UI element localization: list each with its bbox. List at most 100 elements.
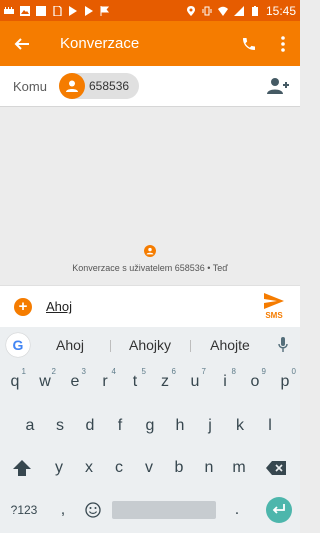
send-icon [264, 293, 284, 309]
more-options-button[interactable] [266, 21, 300, 66]
send-button[interactable]: SMS [254, 286, 294, 328]
compose-bar: + Ahoj SMS [0, 285, 300, 327]
period-key[interactable]: . [220, 495, 254, 525]
key-r[interactable]: r4 [90, 367, 120, 397]
space-key[interactable] [112, 501, 216, 519]
key-label: k [236, 417, 244, 434]
key-u[interactable]: u7 [180, 367, 210, 397]
call-button[interactable] [232, 21, 266, 66]
key-g[interactable]: g [135, 411, 165, 441]
shift-key[interactable] [0, 453, 44, 483]
key-x[interactable]: x [74, 453, 104, 483]
key-label: f [117, 417, 123, 434]
key-label: t [132, 373, 138, 390]
key-m[interactable]: m [224, 453, 254, 483]
add-recipient-button[interactable] [266, 75, 290, 97]
key-hint: 1 [21, 367, 26, 376]
key-row-1: q1w2e3r4t5z6u7i8o9p0 [0, 367, 300, 397]
key-hint: 9 [261, 367, 266, 376]
key-j[interactable]: j [195, 411, 225, 441]
battery-icon [251, 5, 258, 16]
emoji-icon [85, 502, 101, 518]
recipient-chip[interactable]: 658536 [59, 73, 140, 99]
keyboard: G Ahoj Ahojky Ahojte q1w2e3r4t5z6u7i8o9p… [0, 327, 300, 533]
key-q[interactable]: q1 [0, 367, 30, 397]
suggestion-bar: G Ahoj Ahojky Ahojte [0, 327, 300, 363]
key-i[interactable]: i8 [210, 367, 240, 397]
suggestion[interactable]: Ahojky [110, 337, 190, 353]
avatar [59, 73, 85, 99]
enter-icon [272, 504, 285, 514]
key-label: l [268, 417, 272, 434]
key-o[interactable]: o9 [240, 367, 270, 397]
key-label: y [55, 459, 63, 476]
key-hint: 3 [81, 367, 86, 376]
key-label: j [208, 417, 212, 434]
status-bar: 15:45 [0, 0, 300, 21]
key-c[interactable]: c [104, 453, 134, 483]
shift-icon [13, 460, 31, 476]
storage-icon [4, 6, 14, 14]
send-type-label: SMS [265, 311, 283, 320]
play-store-icon [85, 5, 93, 16]
key-label: b [174, 459, 184, 476]
key-s[interactable]: s [45, 411, 75, 441]
key-hint: 5 [141, 367, 146, 376]
back-button[interactable] [0, 21, 44, 66]
emoji-key[interactable] [78, 495, 108, 525]
key-hint: 0 [291, 367, 296, 376]
key-e[interactable]: e3 [60, 367, 90, 397]
mic-icon [278, 337, 288, 352]
square-icon [36, 5, 46, 16]
app-bar: Konverzace [0, 21, 300, 66]
image-icon [20, 5, 30, 16]
wifi-icon [217, 6, 228, 16]
vibrate-icon [202, 6, 212, 15]
add-person-icon [267, 78, 289, 94]
key-f[interactable]: f [105, 411, 135, 441]
key-label: q [10, 373, 20, 390]
recipient-row: Komu 658536 [0, 66, 300, 107]
person-icon [66, 80, 78, 92]
key-a[interactable]: a [15, 411, 45, 441]
key-p[interactable]: p0 [270, 367, 300, 397]
key-t[interactable]: t5 [120, 367, 150, 397]
google-icon[interactable]: G [6, 333, 30, 357]
status-time: 15:45 [265, 3, 296, 18]
key-row-2: asdfgh j k l [0, 411, 300, 441]
key-label: h [175, 417, 185, 434]
backspace-key[interactable] [254, 453, 298, 483]
play-store-icon [69, 5, 77, 16]
key-y[interactable]: y [44, 453, 74, 483]
key-w[interactable]: w2 [30, 367, 60, 397]
attach-button[interactable]: + [14, 297, 32, 316]
voice-input-button[interactable] [270, 327, 296, 363]
key-hint: 2 [51, 367, 56, 376]
key-z[interactable]: z6 [150, 367, 180, 397]
backspace-icon [266, 461, 286, 475]
recipient-number: 658536 [89, 79, 130, 93]
key-b[interactable]: b [164, 453, 194, 483]
key-k[interactable]: k [225, 411, 255, 441]
symbols-key[interactable]: ?123 [0, 495, 48, 525]
suggestion[interactable]: Ahojte [190, 337, 270, 353]
key-v[interactable]: v [134, 453, 164, 483]
key-l[interactable]: l [255, 411, 285, 441]
arrow-back-icon [14, 37, 29, 50]
key-label: v [145, 459, 153, 476]
key-label: w [39, 373, 51, 390]
suggestion[interactable]: Ahoj [30, 337, 110, 353]
message-input[interactable]: Ahoj [46, 299, 254, 314]
avatar [144, 245, 156, 257]
key-h[interactable]: h [165, 411, 195, 441]
comma-key[interactable]: , [48, 495, 78, 525]
recipient-label: Komu [13, 78, 47, 94]
key-label: e [70, 373, 80, 390]
key-n[interactable]: n [194, 453, 224, 483]
plus-icon: + [18, 298, 28, 315]
key-label: c [115, 459, 123, 476]
key-d[interactable]: d [75, 411, 105, 441]
key-label: p [280, 373, 290, 390]
phone-icon [243, 37, 255, 50]
enter-key[interactable] [266, 497, 292, 523]
